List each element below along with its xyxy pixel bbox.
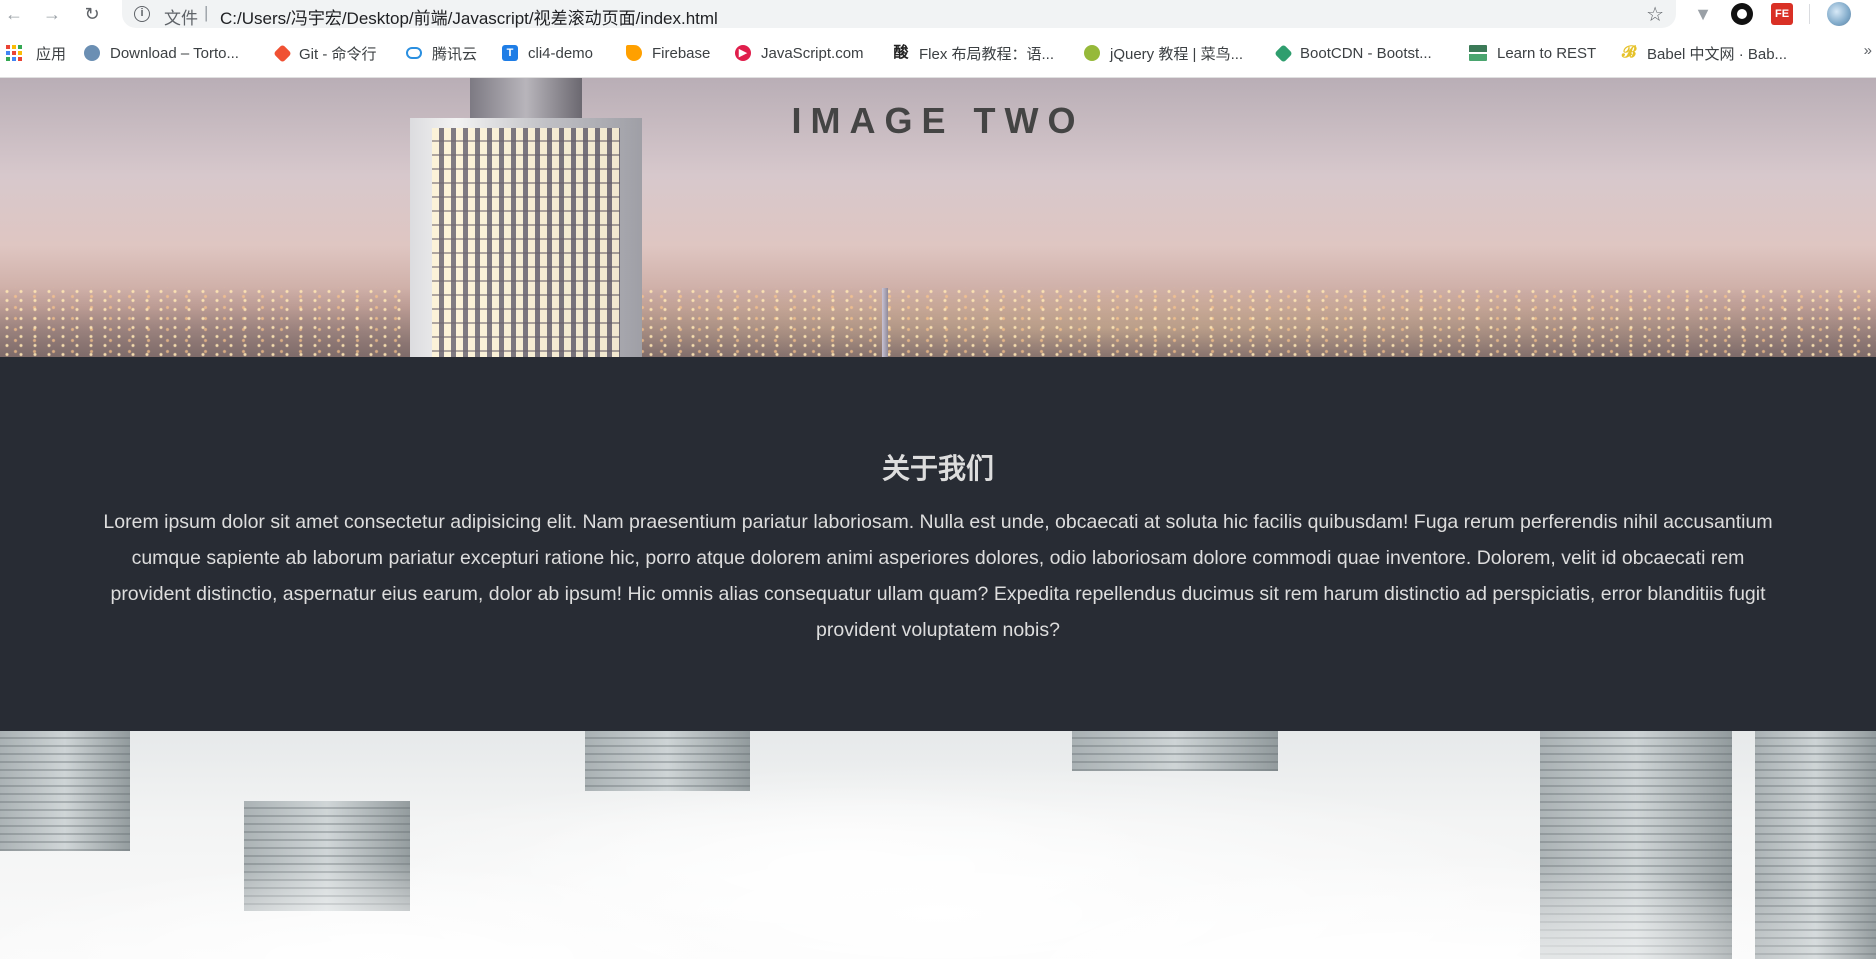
scheme-separator: | xyxy=(204,3,209,22)
reload-icon[interactable]: ↻ xyxy=(80,2,104,26)
skyscraper-windows xyxy=(432,128,620,357)
bookmark-learn-rest[interactable]: Learn to REST xyxy=(1469,42,1596,64)
bookmark-label: Learn to REST xyxy=(1497,44,1597,62)
city-lights-background xyxy=(0,287,1876,357)
runoob-icon xyxy=(1084,45,1100,61)
bookmarks-bar: 应用 Download – Torto... Git - 命令行 腾讯云 T c… xyxy=(0,28,1876,78)
about-section: 关于我们 Lorem ipsum dolor sit amet consecte… xyxy=(0,357,1876,731)
bookmark-git[interactable]: Git - 命令行 xyxy=(273,42,377,64)
bookmark-apps[interactable]: 应用 xyxy=(6,42,66,64)
page-viewport: IMAGE TWO 关于我们 Lorem ipsum dolor sit ame… xyxy=(0,78,1876,959)
hero-title: IMAGE TWO xyxy=(791,100,1085,141)
t-icon: T xyxy=(502,45,518,61)
bookmark-label: Babel 中文网 · Bab... xyxy=(1647,45,1788,63)
back-arrow-icon[interactable]: ← xyxy=(2,2,26,26)
bookmark-label: jQuery 教程 | 菜鸟... xyxy=(1110,45,1244,63)
skyscraper xyxy=(410,118,642,357)
babel-icon: 𝓑 xyxy=(1621,44,1637,61)
about-paragraph: Lorem ipsum dolor sit amet consectetur a… xyxy=(103,511,1773,641)
url-text[interactable]: C:/Users/冯宇宏/Desktop/前端/Javascript/视差滚动页… xyxy=(220,4,718,29)
bookmark-tortoise[interactable]: Download – Torto... xyxy=(84,42,239,64)
bookmark-label: JavaScript.com xyxy=(761,44,864,62)
git-icon xyxy=(273,43,292,63)
bookmark-flex-tutorial[interactable]: 酸 Flex 布局教程：语... xyxy=(893,42,1054,64)
bookmark-bootcdn[interactable]: BootCDN - Bootst... xyxy=(1274,42,1432,64)
distant-spire xyxy=(882,288,888,357)
tencent-cloud-icon xyxy=(406,47,422,59)
tortoise-icon xyxy=(84,45,100,61)
bookmark-label: 应用 xyxy=(36,45,67,63)
bookmark-label: Flex 布局教程：语... xyxy=(919,45,1055,63)
fe-helper-icon[interactable]: FE xyxy=(1771,3,1793,25)
scheme-label: 文件 xyxy=(164,9,198,28)
bookmark-label: 腾讯云 xyxy=(432,45,478,63)
bookmark-label: Firebase xyxy=(652,44,711,62)
ruanyifeng-icon: 酸 xyxy=(893,44,909,61)
bookmark-label: Git - 命令行 xyxy=(299,45,377,63)
bootcdn-icon xyxy=(1274,43,1293,63)
info-icon[interactable]: i xyxy=(134,6,150,22)
bookmark-star-icon[interactable]: ☆ xyxy=(1646,2,1664,27)
toolbar-divider xyxy=(1809,4,1810,24)
circle-extension-icon[interactable] xyxy=(1731,3,1753,25)
address-bar[interactable]: i 文件 | C:/Users/冯宇宏/Desktop/前端/Javascrip… xyxy=(122,0,1676,28)
forward-arrow-icon[interactable]: → xyxy=(40,2,64,26)
about-title: 关于我们 xyxy=(881,452,994,485)
profile-avatar[interactable] xyxy=(1827,2,1851,26)
bookmark-javascript[interactable]: ▶ JavaScript.com xyxy=(735,42,864,64)
bookmark-label: cli4-demo xyxy=(528,44,594,62)
bookmark-tencent-cloud[interactable]: 腾讯云 xyxy=(406,42,477,64)
bookmark-jquery-runoob[interactable]: jQuery 教程 | 菜鸟... xyxy=(1084,42,1243,64)
bookmark-label: BootCDN - Bootst... xyxy=(1300,44,1432,62)
hero-image-two: IMAGE TWO xyxy=(0,78,1876,357)
bookmark-cli4-demo[interactable]: T cli4-demo xyxy=(502,42,593,64)
hero-image-three xyxy=(0,731,1876,959)
bookmark-babel[interactable]: 𝓑 Babel 中文网 · Bab... xyxy=(1621,42,1787,64)
firebase-icon xyxy=(626,45,642,61)
browser-toolbar: ← → ↻ i 文件 | C:/Users/冯宇宏/Desktop/前端/Jav… xyxy=(0,0,1876,28)
vue-devtools-icon[interactable]: ▼ xyxy=(1692,3,1714,25)
apps-grid-icon xyxy=(6,45,22,61)
bookmark-label: Download – Torto... xyxy=(110,44,239,62)
fog-overlay xyxy=(0,731,1876,959)
rest-icon xyxy=(1469,45,1487,61)
bookmark-firebase[interactable]: Firebase xyxy=(626,42,710,64)
more-bookmarks-icon[interactable]: » xyxy=(1864,42,1872,59)
javascript-icon: ▶ xyxy=(735,45,751,61)
